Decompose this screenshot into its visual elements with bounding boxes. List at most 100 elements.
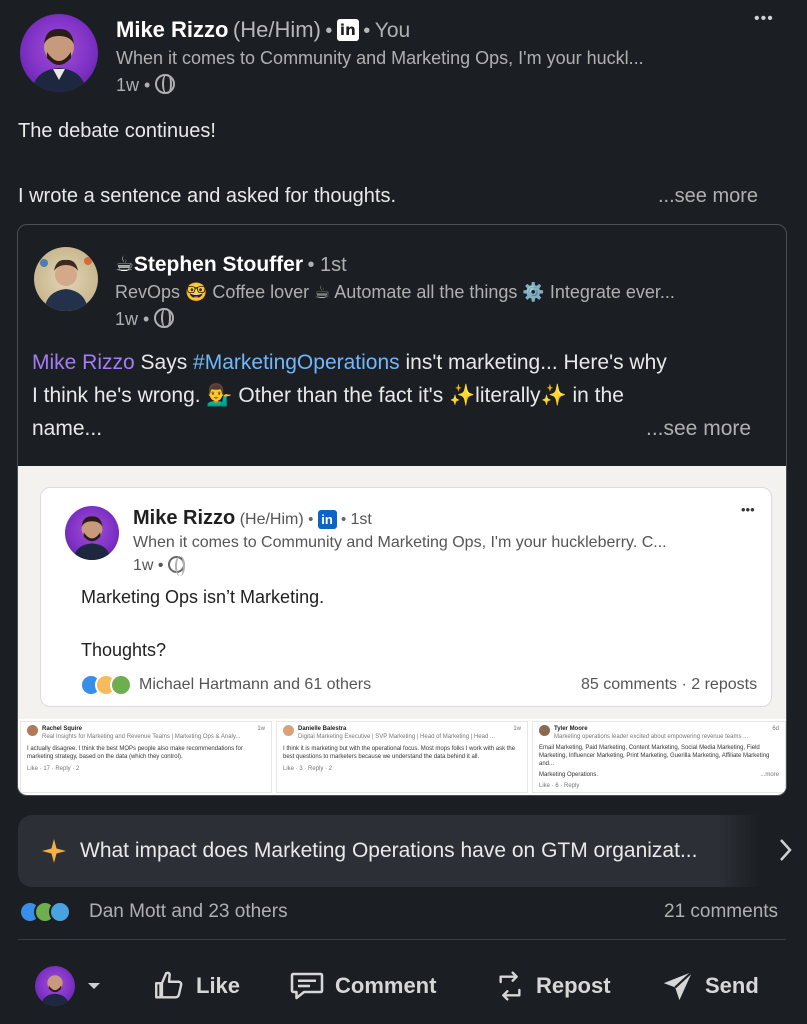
hashtag-link[interactable]: #MarketingOperations [193, 351, 400, 374]
comment-text: I actually disagree. I think the best MO… [27, 746, 243, 760]
comment-author: Rachel Squire [42, 726, 83, 732]
comment-text-2: Marketing Operations. [539, 772, 599, 778]
shared-post-card[interactable]: ☕Stephen Stouffer • 1st RevOps 🤓 Coffee … [17, 224, 787, 796]
linkedin-premium-icon: in [336, 19, 359, 41]
embedded-author-line: Mike Rizzo (He/Him) • in • 1st [133, 507, 372, 529]
post-age: 1w [116, 75, 140, 95]
actor-avatar[interactable] [35, 966, 75, 1006]
repost-icon [499, 971, 521, 1001]
celebrate-reaction-icon [110, 674, 132, 696]
post-see-more[interactable]: ...see more [658, 185, 758, 208]
embedded-author-degree: 1st [350, 511, 372, 528]
shared-text-rest: ins't marketing... Here's why [399, 351, 667, 374]
comment-age: 6d [772, 726, 779, 732]
post-author-relation: You [374, 19, 411, 42]
person-photo [32, 28, 86, 92]
send-button[interactable]: Send [661, 966, 759, 1006]
shared-text-line3: name... [32, 417, 103, 440]
embedded-age: 1w [133, 557, 154, 574]
send-label: Send [705, 973, 759, 998]
post-author-name[interactable]: Mike Rizzo [116, 17, 228, 42]
social-comments-count[interactable]: 21 comments [664, 901, 778, 923]
embedded-stats: 85 comments · 2 reposts [581, 676, 758, 693]
sparkle-icon [42, 839, 66, 863]
comment-age: 1w [257, 726, 265, 732]
shared-author-headline: RevOps 🤓 Coffee lover ☕ Automate all the… [115, 282, 675, 302]
shared-text-line2: I think he's wrong. 💁‍♂️ Other than the … [32, 384, 624, 407]
send-icon [663, 971, 693, 1001]
social-reactors[interactable]: Dan Mott and 23 others [89, 901, 288, 923]
shared-text-says: Says [134, 351, 194, 374]
ai-prompt-pill[interactable]: What impact does Marketing Operations ha… [18, 815, 788, 887]
shared-post-age: 1w [115, 309, 139, 329]
comment-author: Tyler Moore [554, 726, 588, 732]
ai-prompt-text[interactable]: What impact does Marketing Operations ha… [80, 839, 760, 863]
comment-age: 1w [513, 726, 521, 732]
thumbs-up-icon [155, 971, 183, 999]
embedded-reaction-icons [80, 674, 132, 696]
reaction-icons[interactable] [19, 901, 71, 923]
linkedin-premium-icon: in [317, 510, 337, 529]
embedded-reactors: Michael Hartmann and 61 others [139, 676, 372, 693]
comment-button[interactable]: Comment [289, 966, 436, 1006]
avatar [27, 725, 38, 736]
comment-preview: Rachel Squire Real Insights for Marketin… [20, 721, 272, 793]
shared-author-degree: 1st [320, 254, 347, 276]
post-author-avatar[interactable] [20, 14, 98, 92]
comment-preview: Danielle Balestra Digital Marketing Exec… [276, 721, 528, 793]
globe-icon [167, 556, 185, 576]
embedded-author-name: Mike Rizzo [133, 507, 236, 529]
caret-down-icon[interactable] [86, 980, 102, 992]
avatar [539, 725, 550, 736]
shared-author-avatar[interactable] [34, 247, 98, 311]
post-menu-button[interactable]: ••• [754, 10, 774, 28]
shared-text-line1: Mike Rizzo Says #MarketingOperations ins… [32, 351, 667, 375]
comment-headline: Marketing operations leader excited abou… [554, 734, 749, 740]
embedded-menu-icon: ••• [741, 502, 755, 517]
comment-headline: Real Insights for Marketing and Revenue … [42, 734, 241, 740]
avatar [283, 725, 294, 736]
post-text-line2: I wrote a sentence and asked for thought… [18, 185, 397, 207]
comment-label: Comment [335, 973, 437, 998]
globe-icon [154, 308, 175, 328]
post-author-pronouns: (He/Him) [232, 17, 321, 42]
comment-author: Danielle Balestra [298, 726, 347, 732]
comment-more: ...more [760, 772, 779, 778]
comment-text: I think it is marketing but with the ope… [283, 746, 516, 760]
repost-label: Repost [536, 973, 611, 998]
like-button[interactable]: Like [152, 966, 240, 1006]
embedded-author-pronouns: (He/Him) [239, 511, 304, 528]
support-reaction-icon [49, 901, 71, 923]
person-photo [73, 516, 111, 560]
embedded-post: Mike Rizzo (He/Him) • in • 1st When it c… [40, 487, 772, 707]
repost-button[interactable]: Repost [494, 966, 611, 1006]
shared-image[interactable]: Mike Rizzo (He/Him) • in • 1st When it c… [18, 466, 786, 720]
separator-dot: • [363, 20, 371, 42]
post-author-headline: When it comes to Community and Marketing… [116, 48, 644, 68]
comment-icon [290, 972, 324, 1000]
embedded-author-avatar [65, 506, 119, 560]
comment-likes: Like · 17 · Reply · 2 [27, 766, 80, 772]
shared-post-meta: 1w • [115, 308, 175, 330]
embedded-meta: 1w • [133, 556, 185, 576]
comment-preview: Tyler Moore Marketing operations leader … [532, 721, 786, 793]
divider [18, 939, 786, 940]
comment-headline: Digital Marketing Executive | SVP Market… [298, 734, 495, 740]
post-text-line1: The debate continues! [18, 120, 216, 142]
embedded-author-headline: When it comes to Community and Marketing… [133, 534, 667, 551]
like-label: Like [196, 973, 241, 998]
person-photo [40, 257, 92, 311]
mention-link[interactable]: Mike Rizzo [32, 351, 135, 374]
separator-dot: • [325, 20, 333, 42]
comment-text: Email Marketing, Paid Marketing, Content… [539, 745, 770, 767]
embedded-text1: Marketing Ops isn’t Marketing. [81, 587, 325, 607]
globe-icon [155, 74, 176, 94]
post-meta: 1w • [116, 74, 176, 96]
comment-likes: Like · 6 · Reply [539, 783, 580, 789]
chevron-right-icon[interactable] [778, 838, 792, 862]
embedded-text2: Thoughts? [81, 640, 167, 660]
person-photo [41, 975, 69, 1006]
comment-likes: Like · 3 · Reply · 2 [283, 766, 333, 772]
shared-author-name[interactable]: ☕Stephen Stouffer [115, 253, 303, 276]
shared-see-more[interactable]: ...see more [646, 417, 751, 441]
